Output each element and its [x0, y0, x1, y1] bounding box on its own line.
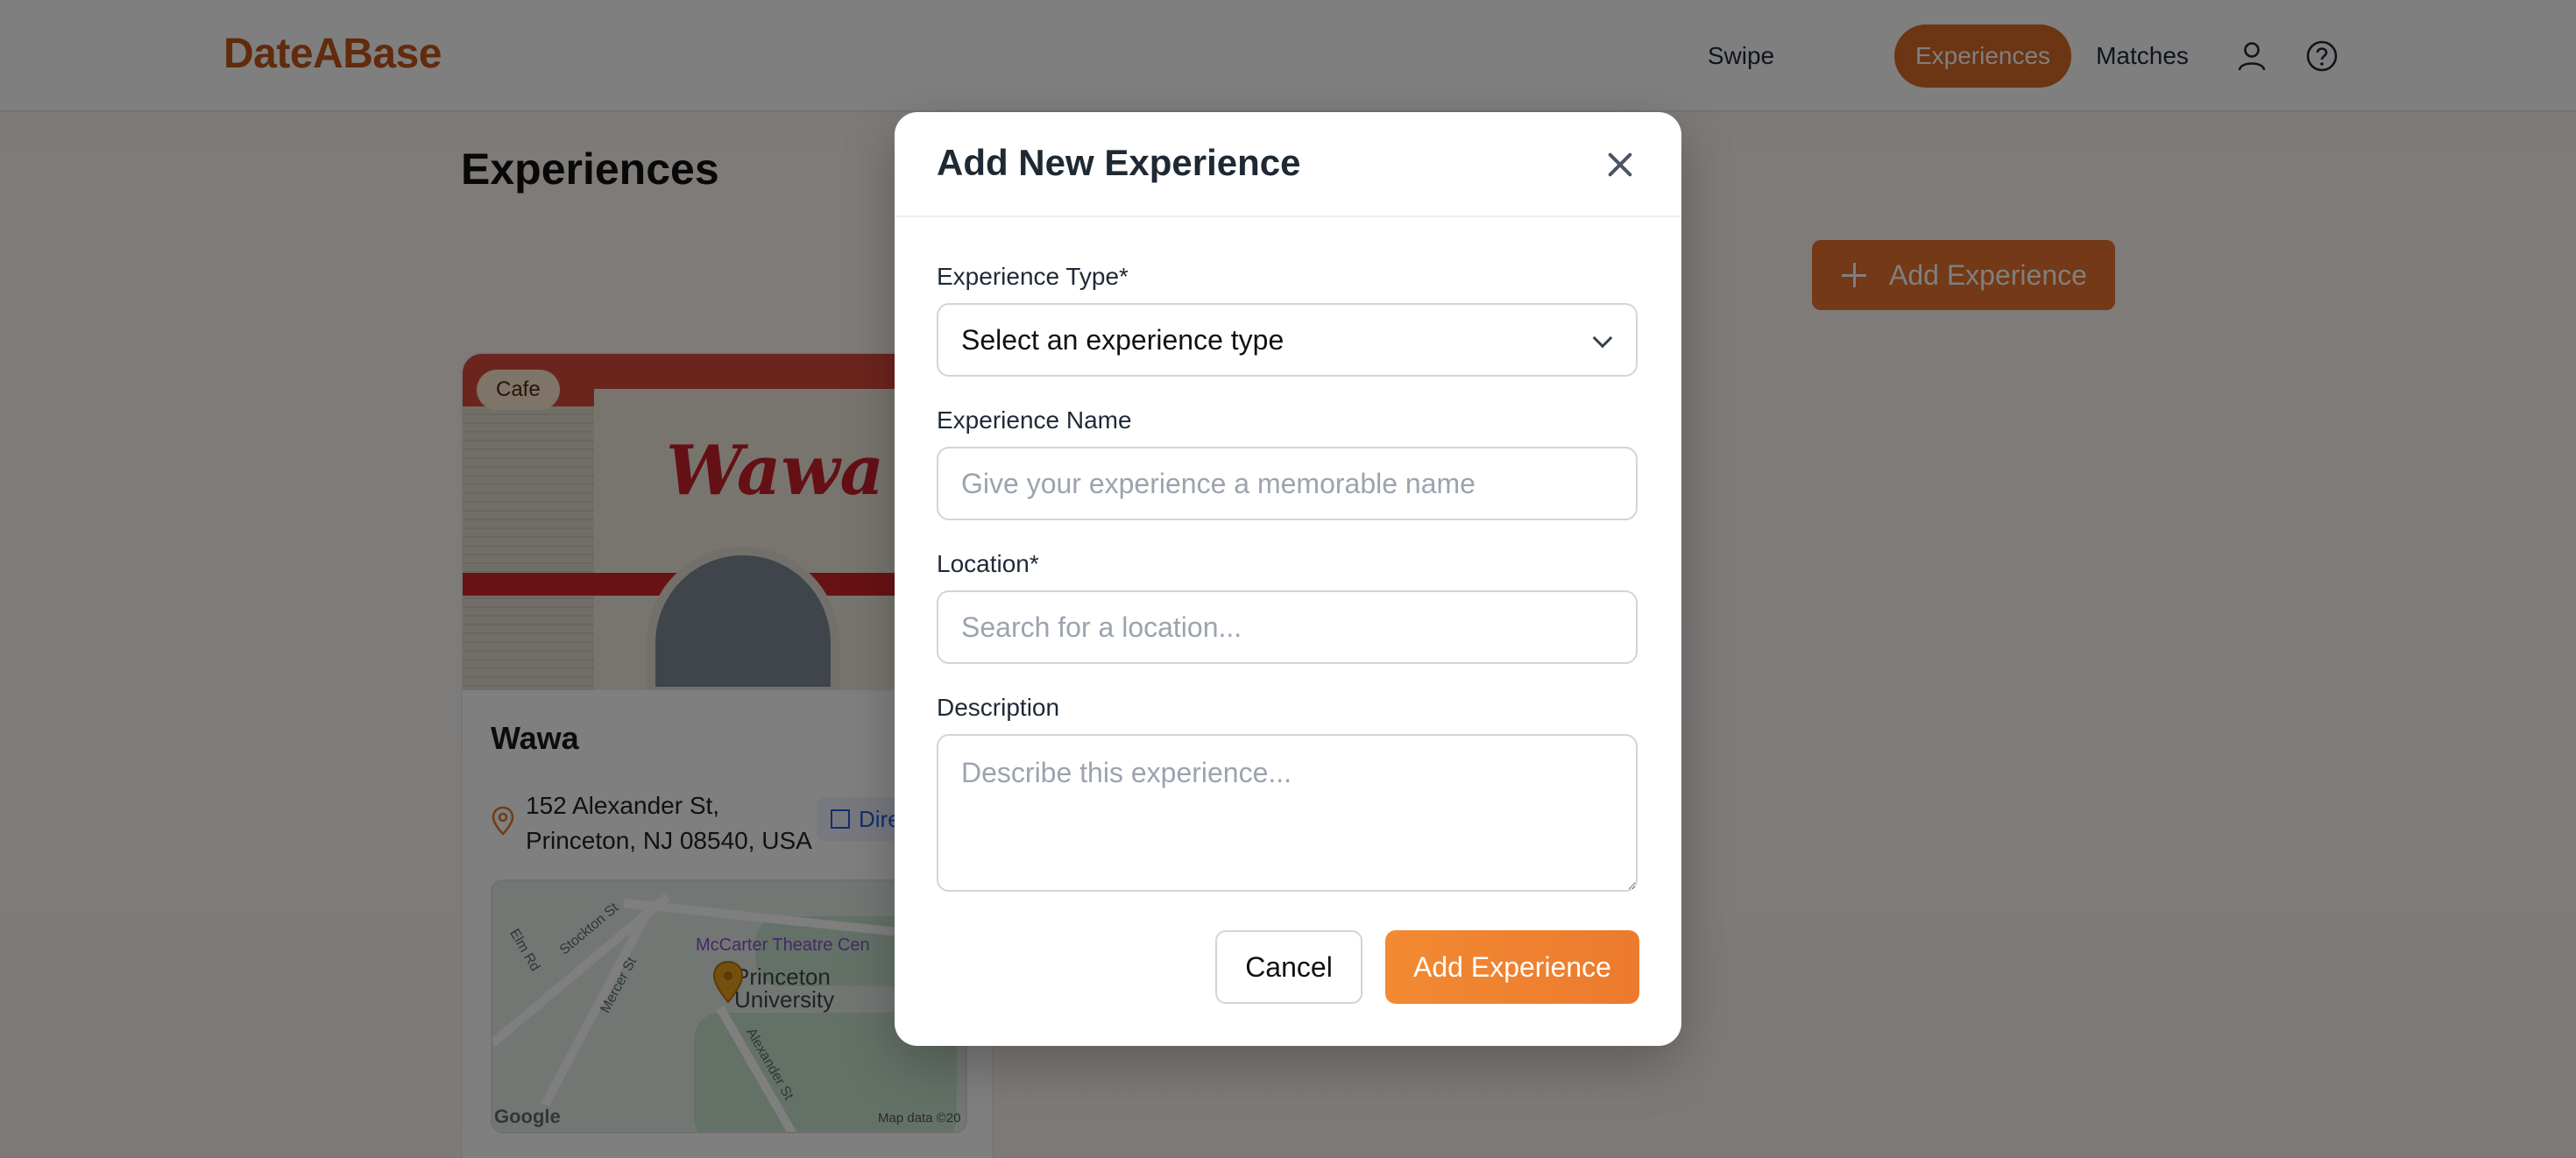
page: DateABase Swipe Experiences Matches Expe…	[0, 0, 2576, 1158]
experience-type-label: Experience Type*	[937, 263, 1129, 290]
description-label: Description	[937, 694, 1060, 721]
experience-name-label: Experience Name	[937, 406, 1132, 434]
modal-header: Add New Experience	[895, 112, 1681, 217]
chevron-down-icon	[1592, 328, 1613, 349]
experience-type-value: Select an experience type	[961, 324, 1284, 356]
description-textarea[interactable]	[937, 734, 1638, 892]
experience-type-select[interactable]: Select an experience type	[937, 303, 1638, 377]
close-icon[interactable]	[1596, 140, 1645, 189]
experience-name-input[interactable]	[937, 447, 1638, 520]
cancel-button[interactable]: Cancel	[1215, 930, 1362, 1004]
submit-add-experience-button[interactable]: Add Experience	[1385, 930, 1639, 1004]
location-label: Location*	[937, 550, 1039, 577]
add-experience-modal: Add New Experience Experience Type* Sele…	[895, 112, 1681, 1046]
location-search-input[interactable]	[937, 590, 1638, 664]
modal-title: Add New Experience	[937, 142, 1301, 183]
